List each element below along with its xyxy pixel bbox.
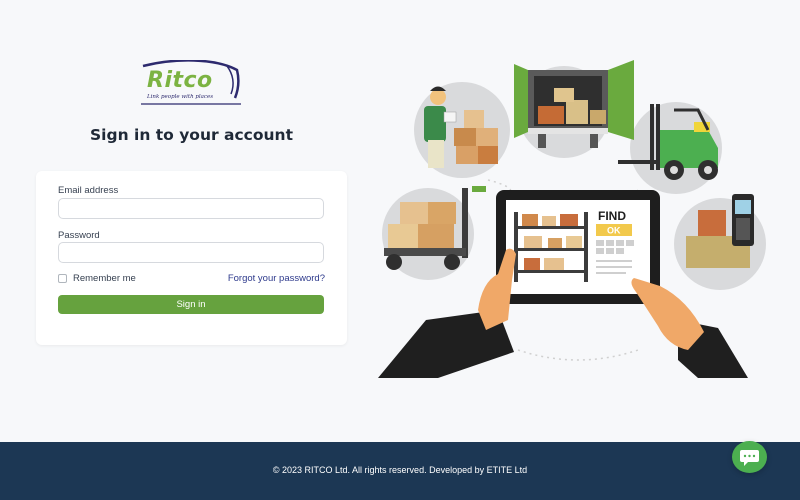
chat-widget-button[interactable] [732, 441, 767, 473]
forgot-password-link[interactable]: Forgot your password? [228, 273, 325, 284]
page-title: Sign in to your account [90, 126, 293, 144]
logo-wordmark: Ritco [147, 68, 213, 93]
chat-bubble-icon [740, 450, 759, 466]
main-area: Ritco Link people with places Sign in to… [0, 0, 800, 442]
signin-card: Email address Password Remember me Forgo… [36, 171, 347, 345]
remember-me[interactable]: Remember me [58, 273, 136, 284]
email-field[interactable] [58, 198, 324, 219]
password-label: Password [58, 230, 100, 241]
signin-button[interactable]: Sign in [58, 295, 324, 314]
email-label: Email address [58, 185, 119, 196]
ok-text: OK [607, 226, 621, 236]
ritco-logo: Ritco Link people with places [135, 60, 245, 112]
footer-copyright: © 2023 RITCO Ltd. All rights reserved. D… [272, 465, 528, 475]
find-text: FIND [598, 209, 626, 223]
remember-label: Remember me [73, 273, 136, 284]
remember-checkbox[interactable] [58, 274, 67, 283]
warehouse-illustration: FIND OK [378, 60, 766, 378]
logo-tagline: Link people with places [147, 94, 214, 100]
password-field[interactable] [58, 242, 324, 263]
